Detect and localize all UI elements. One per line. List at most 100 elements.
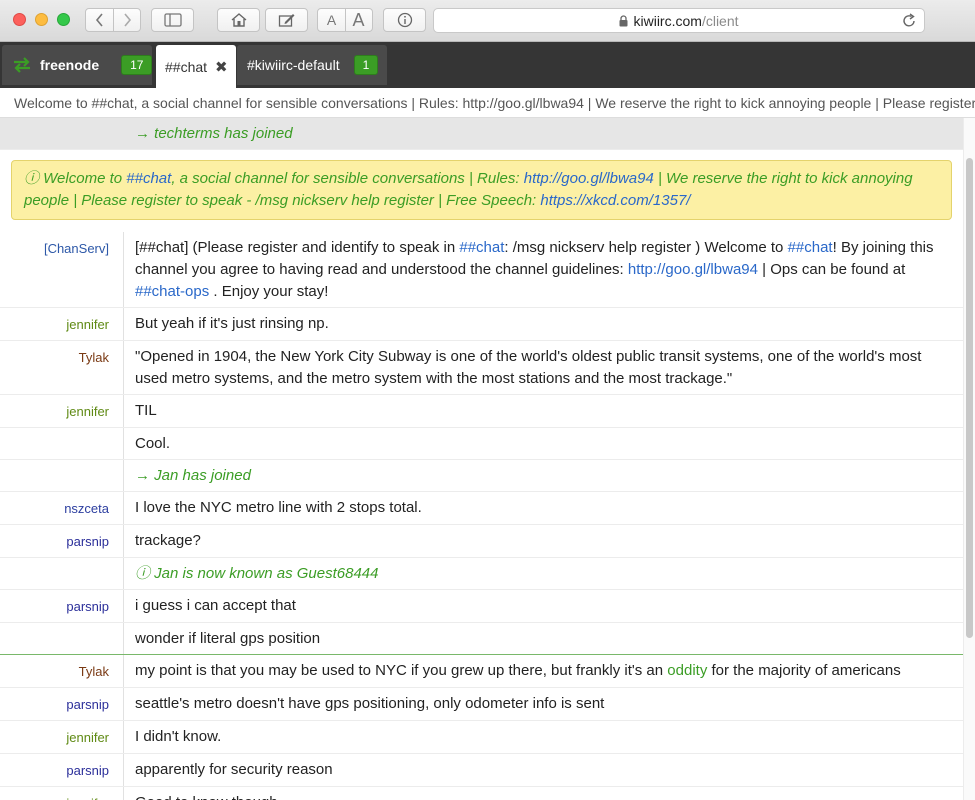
message-text: Cool. xyxy=(135,435,171,452)
message-nick[interactable]: parsnip xyxy=(0,590,124,622)
zoom-window-button[interactable] xyxy=(57,13,70,26)
close-icon[interactable]: ✖ xyxy=(215,58,228,76)
chevron-left-icon xyxy=(95,13,103,27)
message-row: parsnip seattle's metro doesn't have gps… xyxy=(0,688,963,721)
sidebar-button[interactable] xyxy=(151,8,194,32)
browser-toolbar: A A kiwiirc.com/client xyxy=(0,0,975,42)
message-text: seattle's metro doesn't have gps positio… xyxy=(135,695,605,712)
message-segment: [##chat] (Please register and identify t… xyxy=(135,239,460,256)
tab-label: ##chat xyxy=(165,58,208,75)
message-row: Cool. xyxy=(0,428,963,460)
message-row: parsnip i guess i can accept that xyxy=(0,590,963,623)
reload-icon[interactable] xyxy=(902,13,916,31)
forward-button[interactable] xyxy=(113,13,140,27)
message-nick[interactable]: Tylak xyxy=(0,655,124,687)
message-text: wonder if literal gps position xyxy=(135,630,321,647)
nick-change-message: ⓘ Jan is now known as Guest68444 xyxy=(0,558,963,590)
message-text: → techterms has joined xyxy=(135,125,293,142)
join-message: → Jan has joined xyxy=(0,460,963,492)
chevron-right-icon xyxy=(123,13,131,27)
xkcd-link[interactable]: https://xkcd.com/1357/ xyxy=(540,192,690,209)
message-nick[interactable]: jennifer xyxy=(0,721,124,753)
message-text: Good to know though. xyxy=(124,787,963,800)
rules-link[interactable]: http://goo.gl/lbwa94 xyxy=(524,170,654,187)
message-text: trackage? xyxy=(135,532,201,549)
message-row: Tylak "Opened in 1904, the New York City… xyxy=(0,341,963,395)
message-nick[interactable]: jennifer xyxy=(0,308,124,340)
message-text: I didn't know. xyxy=(135,728,222,745)
text-size-group: A A xyxy=(317,8,373,32)
message-segment: my point is that you may be used to NYC … xyxy=(135,662,668,679)
guidelines-link[interactable]: http://goo.gl/lbwa94 xyxy=(628,261,758,278)
message-segment: : /msg nickserv help register ) Welcome … xyxy=(504,239,788,256)
unread-badge: 1 xyxy=(353,55,379,75)
highlighted-word: oddity xyxy=(667,662,708,679)
message-scrollbar[interactable] xyxy=(963,118,975,800)
address-bar[interactable]: kiwiirc.com/client xyxy=(433,8,925,33)
tab-label: #kiwiirc-default xyxy=(247,57,340,73)
message-list: → techterms has joined ⓘ Welcome to ##ch… xyxy=(0,118,963,800)
unread-badge: 17 xyxy=(121,55,153,75)
message-row: jennifer TIL xyxy=(0,395,963,428)
back-forward-group xyxy=(85,8,141,32)
message-nick xyxy=(0,428,124,459)
message-row: wonder if literal gps position xyxy=(0,623,963,655)
message-nick[interactable]: [ChanServ] xyxy=(0,232,124,307)
message-text: i guess i can accept that xyxy=(135,597,296,614)
tab-freenode[interactable]: freenode 17 xyxy=(2,45,153,85)
home-button[interactable] xyxy=(217,8,260,32)
channel-topic: Welcome to ##chat, a social channel for … xyxy=(0,88,975,118)
message-segment: | Ops can be found at xyxy=(757,261,906,278)
channel-link[interactable]: ##chat xyxy=(459,239,504,256)
message-nick[interactable]: jennifer xyxy=(0,395,124,427)
message-row: jennifer Good to know though. xyxy=(0,787,963,800)
text-larger-button[interactable]: A xyxy=(345,10,372,31)
minimize-window-button[interactable] xyxy=(35,13,48,26)
message-text: I love the NYC metro line with 2 stops t… xyxy=(135,499,422,516)
url-host: kiwiirc.com xyxy=(633,12,702,29)
close-window-button[interactable] xyxy=(13,13,26,26)
channel-link[interactable]: ##chat xyxy=(788,239,833,256)
message-nick xyxy=(0,118,124,149)
compose-icon xyxy=(278,14,294,27)
message-row: parsnip apparently for security reason xyxy=(0,754,963,787)
join-message: → techterms has joined xyxy=(0,118,963,150)
edit-button[interactable] xyxy=(265,8,308,32)
message-segment: for the majority of americans xyxy=(707,662,901,679)
message-text: → Jan has joined xyxy=(135,467,251,484)
notice-text: ⓘ Welcome to xyxy=(24,170,127,187)
message-nick xyxy=(0,460,124,491)
channel-tabbar: freenode 17 ##chat ✖ #kiwiirc-default 1 xyxy=(0,42,975,88)
message-row: jennifer I didn't know. xyxy=(0,721,963,754)
message-text: TIL xyxy=(135,402,157,419)
back-button[interactable] xyxy=(86,13,113,27)
reader-info-button[interactable] xyxy=(383,8,426,32)
message-nick[interactable]: parsnip xyxy=(0,754,124,786)
scroll-thumb[interactable] xyxy=(966,158,973,638)
message-nick[interactable]: nszceta xyxy=(0,492,124,524)
home-icon xyxy=(231,13,246,27)
message-row: Tylak my point is that you may be used t… xyxy=(0,655,963,688)
message-nick[interactable]: parsnip xyxy=(0,525,124,557)
message-nick[interactable]: Tylak xyxy=(0,341,124,394)
message-row: [ChanServ] [##chat] (Please register and… xyxy=(0,232,963,308)
message-text: my point is that you may be used to NYC … xyxy=(124,655,963,687)
channel-link[interactable]: ##chat-ops xyxy=(135,283,209,300)
message-text: [##chat] (Please register and identify t… xyxy=(124,232,963,307)
message-row: parsnip trackage? xyxy=(0,525,963,558)
channel-link[interactable]: ##chat xyxy=(126,170,171,187)
info-icon xyxy=(397,12,412,28)
tab-label: freenode xyxy=(40,57,100,73)
text-smaller-button[interactable]: A xyxy=(318,12,345,28)
message-row: jennifer But yeah if it's just rinsing n… xyxy=(0,308,963,341)
message-nick[interactable]: parsnip xyxy=(0,688,124,720)
message-row: nszceta I love the NYC metro line with 2… xyxy=(0,492,963,525)
message-nick[interactable]: jennifer xyxy=(0,787,124,800)
message-nick xyxy=(0,558,124,589)
message-text: But yeah if it's just rinsing np. xyxy=(135,315,329,332)
topic-notice: ⓘ Welcome to ##chat, a social channel fo… xyxy=(11,160,952,220)
url-path: /client xyxy=(701,12,739,29)
tab-kiwiirc-default[interactable]: #kiwiirc-default 1 xyxy=(237,45,387,85)
tab-chat[interactable]: ##chat ✖ xyxy=(156,45,236,88)
network-swap-icon xyxy=(12,57,32,73)
